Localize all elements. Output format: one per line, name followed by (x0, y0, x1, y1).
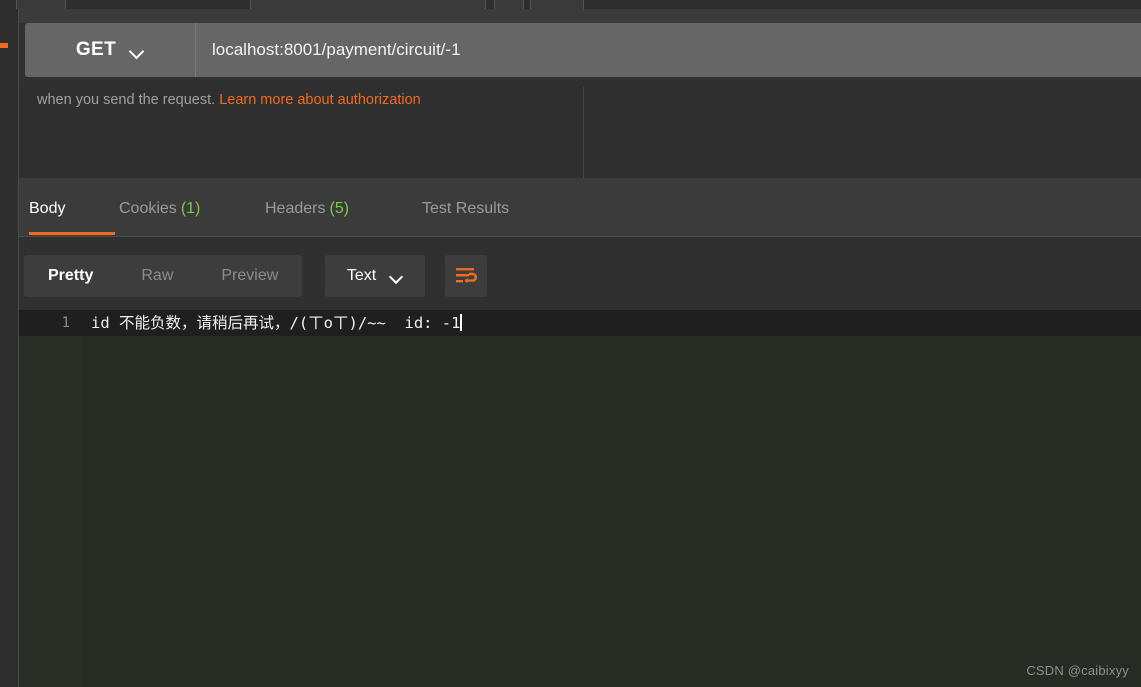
chevron-down-icon (390, 272, 403, 280)
auth-panel-divider (583, 87, 584, 178)
learn-more-authorization-link[interactable]: Learn more about authorization (219, 92, 421, 108)
authorization-notice-text: when you send the request. Learn more ab… (37, 92, 421, 108)
tab-test-results[interactable]: Test Results (422, 200, 509, 218)
postman-window: GET localhost:8001/payment/circuit/-1 wh… (0, 0, 1141, 687)
http-method-selector[interactable]: GET (25, 23, 196, 77)
left-rail (0, 9, 19, 687)
tab-active-underline (29, 232, 115, 235)
tab-body[interactable]: Body (29, 200, 65, 218)
top-chrome-strip (0, 0, 1141, 10)
editor-line-number: 1 (61, 315, 70, 331)
tab-headers-label: Headers (265, 200, 326, 217)
view-mode-preview-label: Preview (221, 267, 279, 284)
top-chrome-fill (0, 9, 1141, 23)
view-mode-raw-label: Raw (141, 267, 174, 284)
tab-cookies[interactable]: Cookies (1) (119, 200, 200, 218)
editor-gutter (19, 310, 82, 687)
response-body-editor[interactable]: 1 id 不能负数，请稍后再试，/(ㄒoㄒ)/~~ id: -1 (19, 310, 1141, 687)
word-wrap-toggle-button[interactable] (445, 255, 487, 297)
tab-cookies-label: Cookies (119, 200, 177, 217)
rail-accent-marker (0, 43, 8, 48)
view-mode-raw[interactable]: Raw (117, 255, 197, 297)
tab-cookies-count: (1) (180, 200, 201, 217)
http-method-label: GET (75, 39, 117, 60)
response-toolbar: Pretty Raw Preview Text (19, 237, 1141, 310)
authorization-notice-panel: when you send the request. Learn more ab… (19, 87, 1141, 178)
view-mode-pretty-label: Pretty (48, 267, 94, 284)
response-body-content: id 不能负数，请稍后再试，/(ㄒoㄒ)/~~ id: -1 (91, 314, 461, 332)
tab-test-results-label: Test Results (422, 200, 510, 217)
tab-headers[interactable]: Headers (5) (265, 200, 349, 218)
tab-headers-count: (5) (329, 200, 350, 217)
response-format-selector[interactable]: Text (325, 255, 425, 297)
chevron-down-icon (130, 46, 144, 54)
word-wrap-icon (456, 268, 477, 284)
text-caret (460, 314, 462, 331)
view-mode-pretty[interactable]: Pretty (24, 255, 117, 297)
response-view-mode-group: Pretty Raw Preview (24, 255, 303, 297)
authorization-notice-sentence: when you send the request. (37, 92, 216, 108)
url-input[interactable]: localhost:8001/payment/circuit/-1 (196, 23, 1141, 77)
request-url-bar: GET localhost:8001/payment/circuit/-1 (25, 23, 1141, 77)
view-mode-preview[interactable]: Preview (197, 255, 302, 297)
response-format-label: Text (346, 267, 377, 284)
tab-body-label: Body (29, 200, 66, 217)
response-body-text: id 不能负数，请稍后再试，/(ㄒoㄒ)/~~ id: -1 (91, 310, 462, 336)
watermark: CSDN @caibixyy (1026, 663, 1129, 678)
response-tab-bar: Body Cookies (1) Headers (5) Test Results (19, 178, 1141, 237)
